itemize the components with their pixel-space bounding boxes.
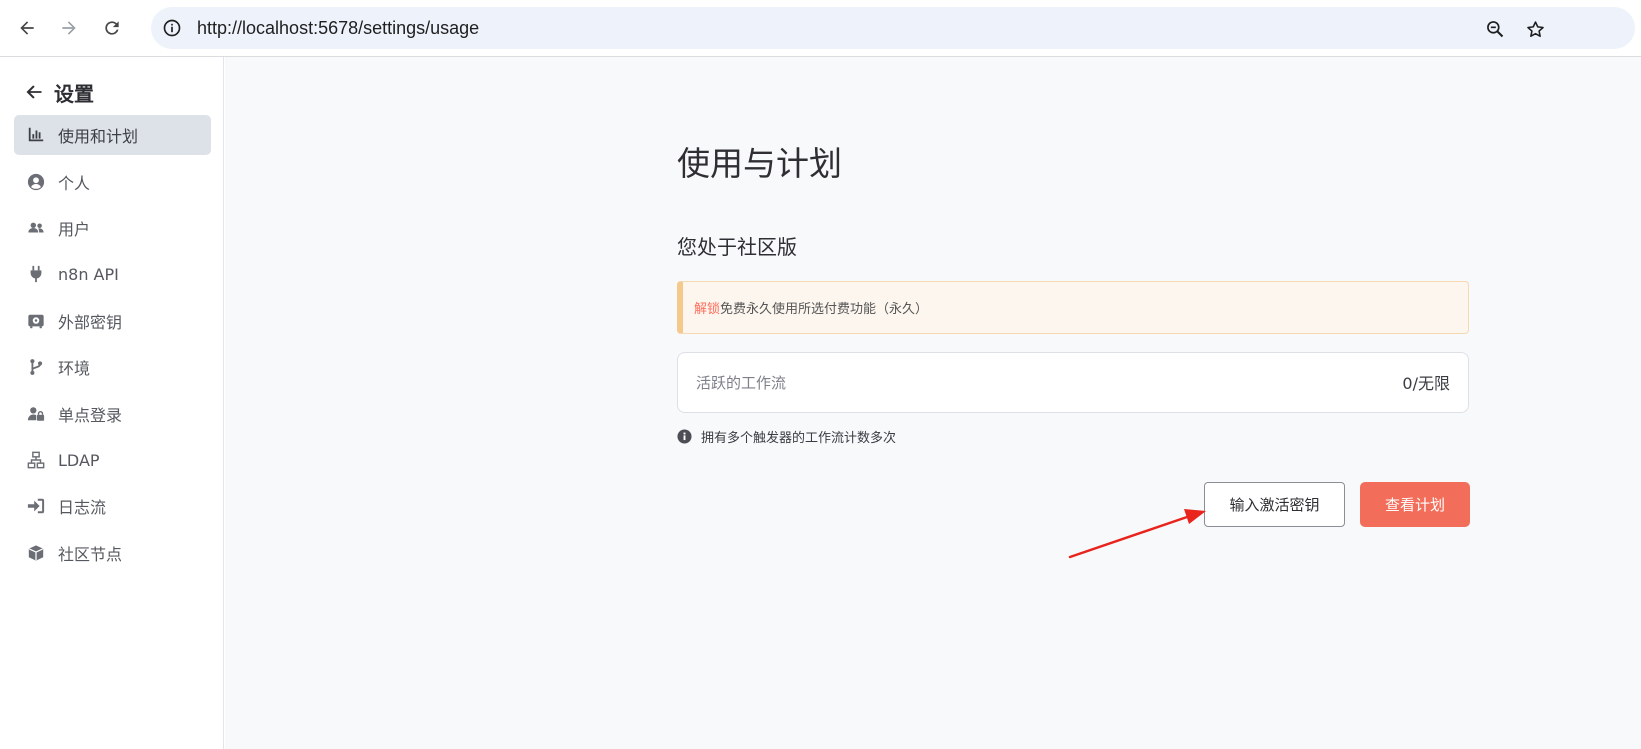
sidebar-item-usage[interactable]: 使用和计划 — [14, 115, 211, 155]
sidebar-item-environments[interactable]: 环境 — [14, 347, 211, 387]
page-title: 使用与计划 — [677, 144, 842, 183]
sidebar-title: 设置 — [54, 81, 94, 106]
sidebar-item-community-nodes[interactable]: 社区节点 — [14, 533, 211, 573]
sidebar-item-external-secrets[interactable]: 外部密钥 — [14, 301, 211, 341]
hint-text: 拥有多个触发器的工作流计数多次 — [701, 430, 897, 446]
main-content: 使用与计划 您处于社区版 解锁 免费永久使用所选付费功能（永久） 活跃的工作流 0… — [225, 57, 1641, 749]
plug-icon — [26, 264, 46, 284]
site-info-icon[interactable] — [160, 16, 184, 40]
code-branch-icon — [26, 357, 46, 377]
sidebar-item-label: 单点登录 — [58, 406, 123, 425]
back-to-app-button[interactable]: 设置 — [24, 77, 94, 107]
active-workflows-label: 活跃的工作流 — [696, 374, 787, 392]
sign-in-icon — [26, 496, 46, 516]
address-bar[interactable]: http://localhost:5678/settings/usage — [151, 7, 1635, 49]
workflow-count-hint: 拥有多个触发器的工作流计数多次 — [677, 426, 896, 446]
network-icon — [26, 450, 46, 470]
upgrade-banner: 解锁 免费永久使用所选付费功能（永久） — [677, 281, 1469, 334]
view-plans-button[interactable]: 查看计划 — [1360, 482, 1470, 527]
user-circle-icon — [26, 172, 46, 192]
zoom-icon[interactable] — [1483, 17, 1507, 41]
sidebar-item-personal[interactable]: 个人 — [14, 162, 211, 202]
sidebar-item-label: 个人 — [58, 174, 91, 193]
sidebar-item-label: n8n API — [58, 264, 119, 284]
sidebar-item-label: 使用和计划 — [58, 127, 139, 146]
edition-subtitle: 您处于社区版 — [677, 235, 797, 259]
bookmark-star-icon[interactable] — [1523, 17, 1547, 41]
info-circle-icon — [677, 428, 692, 444]
forward-arrow-icon[interactable] — [53, 12, 85, 44]
url-text[interactable]: http://localhost:5678/settings/usage — [197, 7, 479, 49]
browser-toolbar: http://localhost:5678/settings/usage — [0, 0, 1641, 57]
settings-sidebar: 设置 使用和计划 个人 用户 n8n API 外部密钥 环境 单点登录 LDAP… — [0, 57, 224, 749]
sidebar-item-label: LDAP — [58, 450, 100, 470]
cube-icon — [26, 543, 46, 563]
sidebar-item-sso[interactable]: 单点登录 — [14, 394, 211, 434]
sidebar-item-n8n-api[interactable]: n8n API — [14, 254, 211, 294]
banner-text: 免费永久使用所选付费功能（永久） — [720, 302, 929, 317]
back-arrow-icon[interactable] — [11, 12, 43, 44]
active-workflows-value: 0/无限 — [1402, 374, 1450, 393]
sidebar-item-label: 日志流 — [58, 498, 107, 517]
users-icon — [26, 218, 46, 238]
user-lock-icon — [26, 404, 46, 424]
unlock-link[interactable]: 解锁 — [694, 298, 720, 317]
sidebar-item-label: 环境 — [58, 359, 91, 378]
enter-activation-key-button[interactable]: 输入激活密钥 — [1204, 482, 1345, 527]
sidebar-item-label: 外部密钥 — [58, 313, 123, 332]
sidebar-item-log-streaming[interactable]: 日志流 — [14, 486, 211, 526]
sidebar-item-ldap[interactable]: LDAP — [14, 440, 211, 480]
sidebar-item-label: 用户 — [58, 220, 91, 239]
sidebar-item-label: 社区节点 — [58, 545, 123, 564]
back-arrow-icon — [26, 85, 42, 99]
active-workflows-card: 活跃的工作流 0/无限 — [677, 352, 1469, 413]
reload-icon[interactable] — [96, 12, 128, 44]
sidebar-item-users[interactable]: 用户 — [14, 208, 211, 248]
bar-chart-icon — [26, 125, 46, 145]
vault-icon — [26, 311, 46, 331]
